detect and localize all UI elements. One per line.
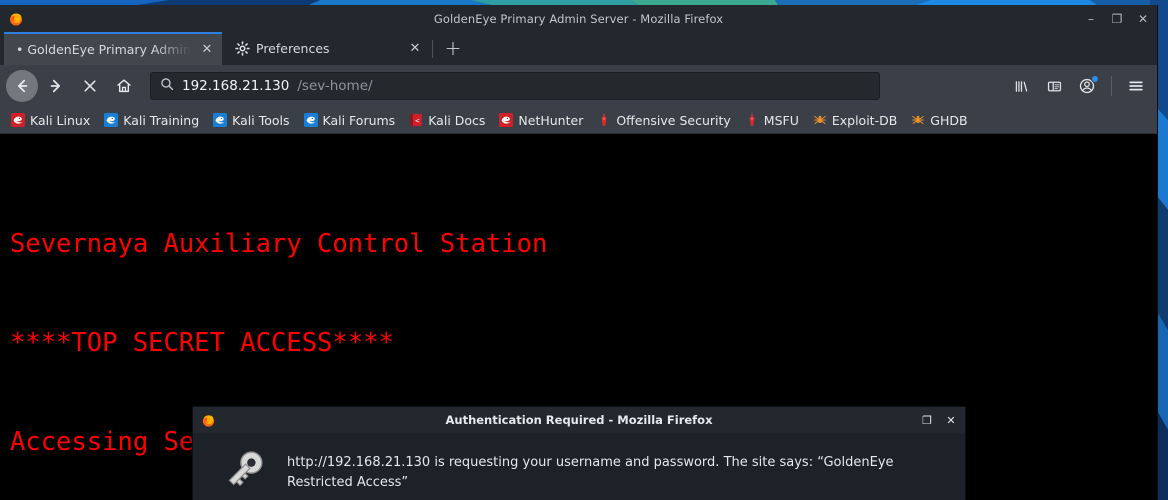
- page-content: Severnaya Auxiliary Control Station ****…: [0, 134, 1157, 500]
- gear-icon: [234, 41, 250, 57]
- bookmark-kali-tools[interactable]: Kali Tools: [207, 111, 295, 130]
- kali-dragon-blue-icon: [303, 113, 318, 127]
- firefox-window: GoldenEye Primary Admin Server - Mozilla…: [0, 5, 1158, 500]
- bookmark-label: Exploit-DB: [831, 112, 898, 128]
- menu-icon[interactable]: [1121, 71, 1151, 101]
- bookmark-label: Kali Linux: [30, 112, 91, 128]
- window-titlebar: GoldenEye Primary Admin Server - Mozilla…: [0, 5, 1157, 32]
- kali-book-red-icon: <: [409, 113, 423, 127]
- dialog-titlebar: Authentication Required - Mozilla Firefo…: [193, 407, 965, 433]
- bookmark-label: NetHunter: [518, 112, 584, 128]
- bookmark-kali-training[interactable]: Kali Training: [98, 111, 205, 130]
- window-controls: – ❐ ✕: [1079, 8, 1155, 30]
- tab-separator: [432, 40, 433, 58]
- home-button[interactable]: [108, 70, 140, 102]
- bookmark-ghdb[interactable]: GHDB: [905, 111, 973, 130]
- bookmark-kali-linux[interactable]: Kali Linux: [5, 111, 96, 130]
- bookmark-kali-docs[interactable]: < Kali Docs: [403, 111, 491, 130]
- bookmark-label: Offensive Security: [616, 112, 731, 128]
- dialog-body: http://192.168.21.130 is requesting your…: [193, 433, 965, 500]
- kali-dragon-red-icon: [11, 113, 25, 127]
- account-notification-badge: [1091, 75, 1099, 83]
- toolbar-right-icons: [1006, 71, 1151, 101]
- toolbar-separator: [1111, 76, 1112, 96]
- back-button[interactable]: [6, 70, 38, 102]
- minimize-button[interactable]: –: [1079, 8, 1103, 30]
- bookmark-offensive-security[interactable]: Offensive Security: [591, 111, 736, 130]
- tab-label: Preferences: [256, 41, 330, 56]
- library-icon[interactable]: [1006, 71, 1036, 101]
- sidebar-icon[interactable]: [1039, 71, 1069, 101]
- tab-label: • GoldenEye Primary Admin Server: [16, 42, 192, 57]
- dialog-message-row: http://192.168.21.130 is requesting your…: [211, 445, 947, 493]
- bookmark-label: GHDB: [930, 112, 968, 128]
- spider-orange-icon: [911, 113, 925, 127]
- kali-dragon-blue-icon: [104, 113, 119, 127]
- kali-dragon-red-icon: [499, 113, 514, 127]
- authentication-dialog: Authentication Required - Mozilla Firefo…: [192, 406, 966, 500]
- forward-button[interactable]: [40, 70, 72, 102]
- close-button[interactable]: ✕: [1131, 8, 1155, 30]
- url-path: /sev-home/: [297, 78, 373, 94]
- tab-preferences[interactable]: Preferences ✕: [222, 32, 430, 65]
- spider-orange-icon: [813, 113, 827, 127]
- tab-strip: • GoldenEye Primary Admin Server ✕: [0, 32, 1157, 65]
- search-icon: [160, 77, 174, 95]
- bookmark-label: Kali Training: [123, 112, 200, 128]
- bookmark-label: Kali Docs: [428, 112, 486, 128]
- key-icon: [228, 451, 263, 487]
- dropper-red-icon: [597, 113, 611, 127]
- bookmarks-toolbar: Kali Linux Kali Training Kali Tools Kali…: [0, 107, 1157, 134]
- bookmark-msfu[interactable]: MSFU: [739, 111, 805, 130]
- svg-text:<: <: [415, 116, 420, 125]
- bookmark-exploit-db[interactable]: Exploit-DB: [807, 111, 903, 130]
- bookmark-label: Kali Tools: [232, 112, 290, 128]
- firefox-logo-icon: [202, 414, 215, 427]
- page-line-2: ****TOP SECRET ACCESS****: [10, 328, 394, 358]
- bookmark-nethunter[interactable]: NetHunter: [493, 111, 589, 130]
- dialog-window-controls: ❐ ✕: [917, 410, 961, 430]
- bookmark-label: Kali Forums: [322, 112, 396, 128]
- bookmark-kali-forums[interactable]: Kali Forums: [298, 111, 402, 130]
- kali-dragon-blue-icon: [213, 113, 228, 127]
- bookmark-label: MSFU: [763, 112, 799, 128]
- url-host: 192.168.21.130: [182, 78, 290, 94]
- tab-close-icon[interactable]: ✕: [406, 40, 424, 58]
- dialog-title: Authentication Required - Mozilla Firefo…: [445, 413, 713, 427]
- page-line-1: Severnaya Auxiliary Control Station: [10, 229, 548, 259]
- dialog-close-button[interactable]: ✕: [941, 410, 961, 430]
- navigation-toolbar: 192.168.21.130/sev-home/: [0, 65, 1157, 107]
- dialog-maximize-button[interactable]: ❐: [917, 410, 937, 430]
- dropper-red-icon: [745, 113, 759, 127]
- new-tab-button[interactable]: +: [439, 34, 467, 62]
- account-icon[interactable]: [1072, 71, 1102, 101]
- window-title: GoldenEye Primary Admin Server - Mozilla…: [433, 11, 724, 26]
- dialog-message: http://192.168.21.130 is requesting your…: [287, 455, 894, 490]
- tab-goldeneye[interactable]: • GoldenEye Primary Admin Server ✕: [4, 32, 222, 65]
- stop-button[interactable]: [74, 70, 106, 102]
- tab-close-icon[interactable]: ✕: [198, 41, 216, 59]
- maximize-button[interactable]: ❐: [1105, 8, 1129, 30]
- url-bar[interactable]: 192.168.21.130/sev-home/: [150, 72, 880, 100]
- firefox-logo-icon: [10, 13, 22, 25]
